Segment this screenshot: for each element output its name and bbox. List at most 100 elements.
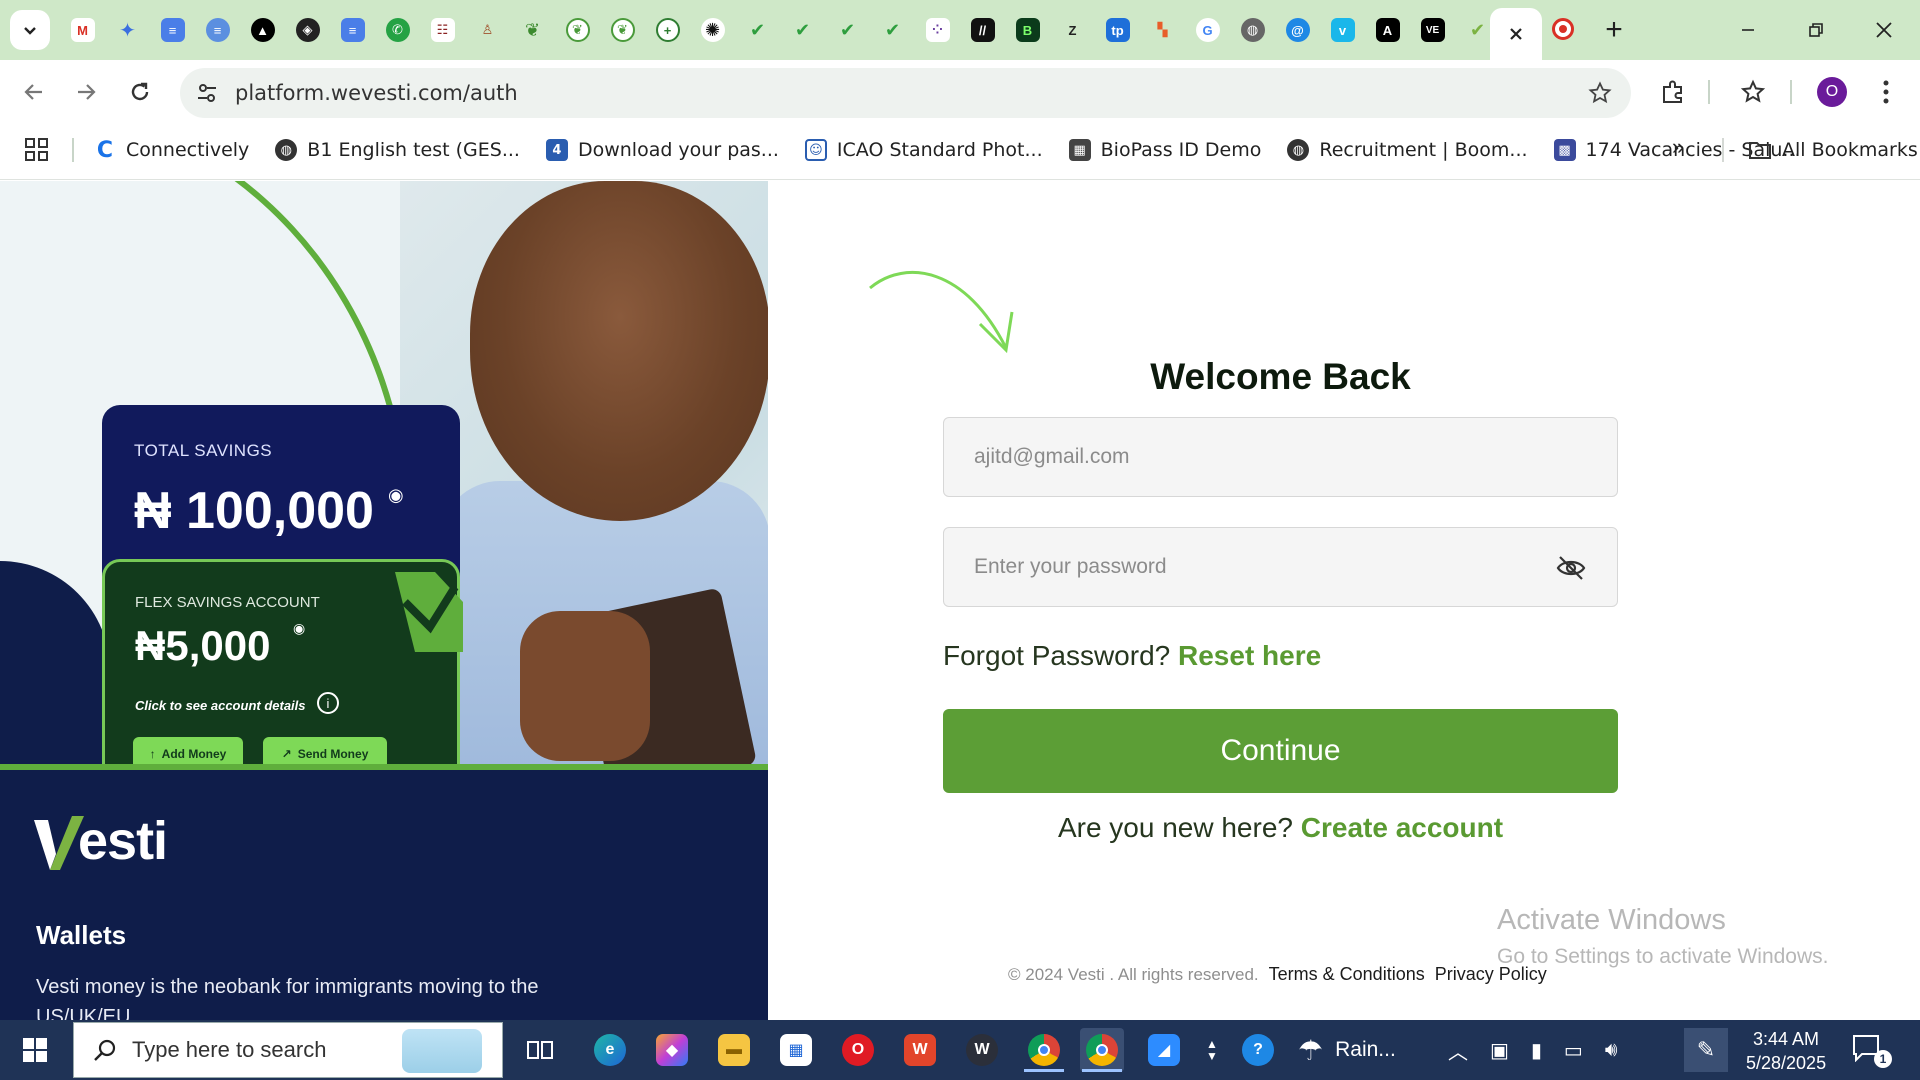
create-account-link[interactable]: Create account: [1301, 812, 1503, 843]
bookmark-item[interactable]: ◍ Recruitment | Boom...: [1287, 134, 1528, 166]
vesti-icon: ✔: [749, 19, 766, 40]
back-button[interactable]: [14, 72, 54, 112]
tab-plus-circle[interactable]: +: [645, 12, 690, 48]
tab-gemini[interactable]: ✦: [105, 12, 150, 48]
menu-button[interactable]: [1866, 72, 1906, 112]
tab-vesti-4[interactable]: ✔: [870, 12, 915, 48]
taskbar-copilot[interactable]: ◆: [650, 1028, 694, 1072]
taskbar-w-app[interactable]: W: [960, 1028, 1004, 1072]
apps-grid-icon[interactable]: [24, 137, 50, 163]
pen-button[interactable]: ✎: [1684, 1028, 1728, 1072]
volume-icon[interactable]: 🔊︎: [1605, 1039, 1618, 1062]
tab-chart[interactable]: ☷: [420, 12, 465, 48]
bookmark-item[interactable]: ▦ BioPass ID Demo: [1068, 134, 1262, 166]
bookmark-star-icon[interactable]: [1587, 80, 1613, 106]
tab-leaf[interactable]: ❦: [510, 12, 555, 48]
new-tab-button[interactable]: +: [1596, 12, 1632, 48]
bookmark-item[interactable]: 4 Download your pas...: [545, 134, 779, 166]
tab-tp[interactable]: tp: [1095, 12, 1140, 48]
tab-triangle[interactable]: ▲: [240, 12, 285, 48]
close-window-button[interactable]: [1854, 8, 1914, 52]
terms-link[interactable]: Terms & Conditions: [1269, 964, 1425, 985]
site-info-icon[interactable]: [194, 80, 220, 106]
bookmark-label: BioPass ID Demo: [1100, 139, 1262, 161]
tab-search-button[interactable]: [10, 10, 50, 50]
start-button[interactable]: [0, 1020, 70, 1080]
bookmark-item[interactable]: C Connectively: [94, 134, 249, 166]
close-icon[interactable]: [1508, 26, 1524, 42]
clock[interactable]: 3:44 AM 5/28/2025: [1746, 1027, 1826, 1075]
tab-circle-doc[interactable]: ≡: [195, 12, 240, 48]
taskbar-edge[interactable]: e: [588, 1028, 632, 1072]
forward-button[interactable]: [66, 72, 106, 112]
tab-chess[interactable]: ◈: [285, 12, 330, 48]
tab-a[interactable]: A: [1365, 12, 1410, 48]
chart-icon: ☷: [430, 18, 455, 42]
tab-google[interactable]: G: [1185, 12, 1230, 48]
taskbar-store[interactable]: ▦: [774, 1028, 818, 1072]
taskbar-search[interactable]: Type here to search: [73, 1022, 503, 1078]
reload-button[interactable]: [120, 72, 160, 112]
tab-vesti-3[interactable]: ✔: [825, 12, 870, 48]
tab-whatsapp[interactable]: ✆: [375, 12, 420, 48]
tab-leaf-2[interactable]: ❦: [555, 12, 600, 48]
restore-button[interactable]: [1786, 8, 1846, 52]
password-field[interactable]: [943, 527, 1618, 607]
notifications-button[interactable]: 1: [1852, 1034, 1892, 1068]
eye-off-icon[interactable]: [1555, 554, 1587, 582]
continue-button[interactable]: Continue: [943, 709, 1618, 793]
taskbar-wps[interactable]: W: [898, 1028, 942, 1072]
tab-record[interactable]: [1552, 18, 1574, 40]
tab-leaf-3[interactable]: ❦: [600, 12, 645, 48]
minimize-button[interactable]: [1718, 8, 1778, 52]
reading-list-button[interactable]: [1733, 72, 1773, 112]
reset-password-link[interactable]: Reset here: [1178, 640, 1321, 671]
tab-vimeo[interactable]: v: [1320, 12, 1365, 48]
email-field[interactable]: [943, 417, 1618, 497]
tab-globe[interactable]: ◍: [1230, 12, 1275, 48]
vesti-v-icon: [34, 816, 84, 870]
chevron-up-icon[interactable]: ︿: [1448, 1036, 1468, 1065]
tab-gmail[interactable]: M: [60, 12, 105, 48]
battery-icon[interactable]: ▭: [1564, 1038, 1583, 1063]
tab-slash[interactable]: //: [960, 12, 1005, 48]
tab-vesti-2[interactable]: ✔: [780, 12, 825, 48]
microphone-icon[interactable]: ▮: [1531, 1038, 1542, 1063]
tab-z[interactable]: Z: [1050, 12, 1095, 48]
bookmark-item[interactable]: ◍ B1 English test (GES...: [275, 134, 520, 166]
tab-ve[interactable]: VE: [1410, 12, 1455, 48]
help-button[interactable]: ?: [1236, 1028, 1280, 1072]
tab-blocks[interactable]: ▚: [1140, 12, 1185, 48]
tab-docs-2[interactable]: ≡: [330, 12, 375, 48]
taskbar-chrome[interactable]: [1022, 1028, 1066, 1072]
bookmark-item[interactable]: ☺ ICAO Standard Phot...: [804, 134, 1043, 166]
tab-dots[interactable]: ⁘: [915, 12, 960, 48]
gmail-icon: M: [70, 18, 95, 42]
tray-scroll[interactable]: ▲ ▼: [1202, 1028, 1222, 1072]
tab-openai[interactable]: ✺: [690, 12, 735, 48]
password-input[interactable]: [974, 528, 1534, 606]
meet-now-icon[interactable]: ▣: [1490, 1038, 1509, 1063]
tab-figure[interactable]: ♙: [465, 12, 510, 48]
tab-docs[interactable]: ≡: [150, 12, 195, 48]
all-bookmarks-label: All Bookmarks: [1782, 139, 1918, 161]
taskbar-chrome-active[interactable]: [1080, 1028, 1124, 1072]
globe-icon: ◍: [1287, 139, 1310, 161]
weather-widget[interactable]: ☂ Rain...: [1298, 1020, 1396, 1080]
taskbar-opera[interactable]: O: [836, 1028, 880, 1072]
tab-b[interactable]: B: [1005, 12, 1050, 48]
profile-button[interactable]: O: [1812, 72, 1852, 112]
extensions-button[interactable]: [1653, 72, 1693, 112]
active-tab[interactable]: [1490, 8, 1542, 60]
taskbar-explorer[interactable]: ▬: [712, 1028, 756, 1072]
info-icon: i: [317, 692, 339, 714]
bookmarks-overflow-button[interactable]: »: [1672, 134, 1684, 160]
tab-spiral[interactable]: @: [1275, 12, 1320, 48]
url-text[interactable]: platform.wevesti.com/auth: [235, 81, 518, 105]
taskbar-zoom[interactable]: ◢: [1142, 1028, 1186, 1072]
task-view-button[interactable]: [518, 1028, 562, 1072]
email-input[interactable]: [974, 418, 1534, 496]
address-bar[interactable]: platform.wevesti.com/auth: [180, 68, 1631, 118]
tab-vesti-1[interactable]: ✔: [735, 12, 780, 48]
all-bookmarks-button[interactable]: All Bookmarks: [1748, 134, 1918, 166]
